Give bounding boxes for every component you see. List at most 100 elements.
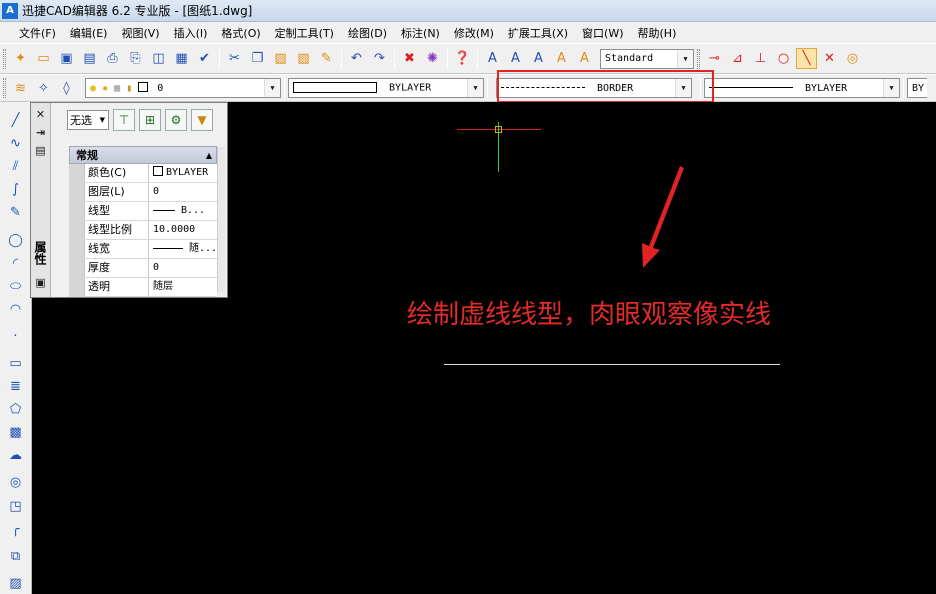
chevron-down-icon[interactable]: ▼ bbox=[467, 79, 483, 97]
purge-icon[interactable]: ✺ bbox=[422, 48, 443, 69]
open-folder-icon[interactable]: ▭ bbox=[33, 48, 54, 69]
panel-icon[interactable]: ▣ bbox=[34, 275, 48, 289]
lineweight-select[interactable]: BYLAYER ▼ bbox=[704, 78, 900, 98]
cut-icon[interactable]: ✂ bbox=[224, 48, 245, 69]
publish-icon[interactable]: ▦ bbox=[171, 48, 192, 69]
wipeout-icon[interactable]: ◳ bbox=[5, 496, 27, 517]
rectangle-icon[interactable]: ▭ bbox=[5, 353, 27, 374]
spell-check-icon[interactable]: ✔ bbox=[194, 48, 215, 69]
select-objects-icon[interactable]: ⊞ bbox=[139, 109, 161, 131]
snap-tangent-icon[interactable]: ╲ bbox=[796, 48, 817, 69]
snap-circle-icon[interactable]: ○ bbox=[773, 48, 794, 69]
save-as-icon[interactable]: ▤ bbox=[79, 48, 100, 69]
copy-icon[interactable]: ❐ bbox=[247, 48, 268, 69]
plot-style-select[interactable]: BY bbox=[907, 78, 927, 98]
paste-special-icon[interactable]: ▧ bbox=[293, 48, 314, 69]
menu-help[interactable]: 帮助(H) bbox=[631, 25, 684, 41]
menu-view[interactable]: 视图(V) bbox=[114, 25, 166, 41]
menu-format[interactable]: 格式(O) bbox=[214, 25, 267, 41]
property-row-linetype-scale[interactable]: 线型比例 10.0000 bbox=[69, 221, 217, 240]
chevron-down-icon[interactable]: ▼ bbox=[883, 79, 899, 97]
polyline-icon[interactable]: ∿ bbox=[5, 133, 27, 154]
save-icon[interactable]: ▣ bbox=[56, 48, 77, 69]
property-row-lineweight[interactable]: 线宽 随... bbox=[69, 240, 217, 259]
scale-text-icon[interactable]: A bbox=[574, 48, 595, 69]
multiline-icon[interactable]: ⫽ bbox=[5, 156, 27, 177]
region-icon[interactable]: ▩ bbox=[5, 422, 27, 443]
edit-text-icon[interactable]: A bbox=[528, 48, 549, 69]
arc-icon[interactable]: ◜ bbox=[5, 253, 27, 274]
toggle-pickadd-icon[interactable]: ⊤ bbox=[113, 109, 135, 131]
filter-icon[interactable]: ▼ bbox=[191, 109, 213, 131]
property-row-linetype[interactable]: 线型 B... bbox=[69, 202, 217, 221]
chevron-down-icon[interactable]: ▼ bbox=[100, 116, 108, 124]
toolbar-grip[interactable] bbox=[697, 48, 700, 69]
multiline-text-icon[interactable]: A bbox=[505, 48, 526, 69]
collapse-icon[interactable]: ▲ bbox=[206, 151, 212, 160]
plot-icon[interactable]: ⎘ bbox=[125, 48, 146, 69]
toolbar-grip[interactable] bbox=[3, 48, 6, 69]
paste-icon[interactable]: ▨ bbox=[270, 48, 291, 69]
menu-file[interactable]: 文件(F) bbox=[12, 25, 63, 41]
ellipse-arc-icon[interactable]: ◠ bbox=[5, 299, 27, 320]
snap-center-icon[interactable]: ◎ bbox=[842, 48, 863, 69]
properties-scrollbar[interactable] bbox=[217, 147, 225, 292]
chevron-down-icon[interactable]: ▼ bbox=[677, 49, 693, 68]
layer-previous-icon[interactable]: ◊ bbox=[56, 78, 77, 99]
menu-modify[interactable]: 修改(M) bbox=[447, 25, 501, 41]
spline-icon[interactable]: ∫ bbox=[5, 179, 27, 200]
menu-dimension[interactable]: 标注(N) bbox=[394, 25, 447, 41]
sketch-icon[interactable]: ✎ bbox=[5, 202, 27, 223]
menu-window[interactable]: 窗口(W) bbox=[575, 25, 630, 41]
close-icon[interactable]: ✕ bbox=[34, 107, 48, 121]
panel-menu-icon[interactable]: ▤ bbox=[34, 143, 48, 157]
toolbar-grip[interactable] bbox=[3, 78, 6, 98]
redo-icon[interactable]: ↷ bbox=[369, 48, 390, 69]
find-text-icon[interactable]: A bbox=[551, 48, 572, 69]
helix-icon[interactable]: ≣ bbox=[5, 376, 27, 397]
property-row-thickness[interactable]: 厚度 0 bbox=[69, 259, 217, 278]
new-file-icon[interactable]: ✦ bbox=[10, 48, 31, 69]
menu-insert[interactable]: 插入(I) bbox=[167, 25, 215, 41]
menu-custom-tools[interactable]: 定制工具(T) bbox=[268, 25, 341, 41]
circle-icon[interactable]: ◯ bbox=[5, 229, 27, 250]
polygon-icon[interactable]: ⬠ bbox=[5, 399, 27, 420]
match-properties-icon[interactable]: ✎ bbox=[316, 48, 337, 69]
text-style-icon[interactable]: A bbox=[482, 48, 503, 69]
snap-intersection-icon[interactable]: ✕ bbox=[819, 48, 840, 69]
menu-edit[interactable]: 编辑(E) bbox=[63, 25, 115, 41]
properties-tab-label[interactable]: 属性 bbox=[32, 241, 49, 265]
menu-extended-tools[interactable]: 扩展工具(X) bbox=[501, 25, 575, 41]
delete-icon[interactable]: ✖ bbox=[399, 48, 420, 69]
snap-endpoint-icon[interactable]: ⊸ bbox=[704, 48, 725, 69]
color-select[interactable]: BYLAYER ▼ bbox=[288, 78, 484, 98]
chevron-down-icon[interactable]: ▼ bbox=[264, 79, 280, 97]
print-icon[interactable]: ⎙ bbox=[102, 48, 123, 69]
layer-state-icon[interactable]: ✧ bbox=[33, 78, 54, 99]
text-style-select[interactable]: Standard ▼ bbox=[600, 48, 694, 69]
help-icon[interactable]: ❓ bbox=[452, 48, 473, 69]
snap-perpendicular-icon[interactable]: ⊥ bbox=[750, 48, 771, 69]
hatch-icon[interactable]: ▨ bbox=[5, 573, 27, 594]
snap-midpoint-icon[interactable]: ⊿ bbox=[727, 48, 748, 69]
general-section-header[interactable]: 常规 ▲ bbox=[69, 146, 217, 164]
property-row-transparency[interactable]: 透明 随层 bbox=[69, 278, 217, 297]
point-icon[interactable]: · bbox=[5, 326, 27, 347]
line-icon[interactable]: ╱ bbox=[5, 110, 27, 131]
fillet-icon[interactable]: ╭ bbox=[5, 519, 27, 540]
print-preview-icon[interactable]: ◫ bbox=[148, 48, 169, 69]
ellipse-icon[interactable]: ⬭ bbox=[5, 276, 27, 297]
block-icon[interactable]: ⧉ bbox=[5, 546, 27, 567]
layer-select[interactable]: ● ✹ ▦ ▮ 0 ▼ bbox=[85, 78, 281, 98]
selection-select[interactable]: 无选 ▼ bbox=[67, 110, 109, 130]
property-row-layer[interactable]: 图层(L) 0 bbox=[69, 183, 217, 202]
donut-icon[interactable]: ◎ bbox=[5, 472, 27, 493]
quick-select-icon[interactable]: ⚙ bbox=[165, 109, 187, 131]
menu-draw[interactable]: 绘图(D) bbox=[341, 25, 394, 41]
layer-manager-icon[interactable]: ≋ bbox=[10, 78, 31, 99]
revision-cloud-icon[interactable]: ☁ bbox=[5, 445, 27, 466]
property-row-color[interactable]: 颜色(C) BYLAYER bbox=[69, 164, 217, 183]
drawn-dashed-line[interactable] bbox=[444, 364, 780, 365]
undo-icon[interactable]: ↶ bbox=[346, 48, 367, 69]
autohide-icon[interactable]: ⇥ bbox=[34, 125, 48, 139]
